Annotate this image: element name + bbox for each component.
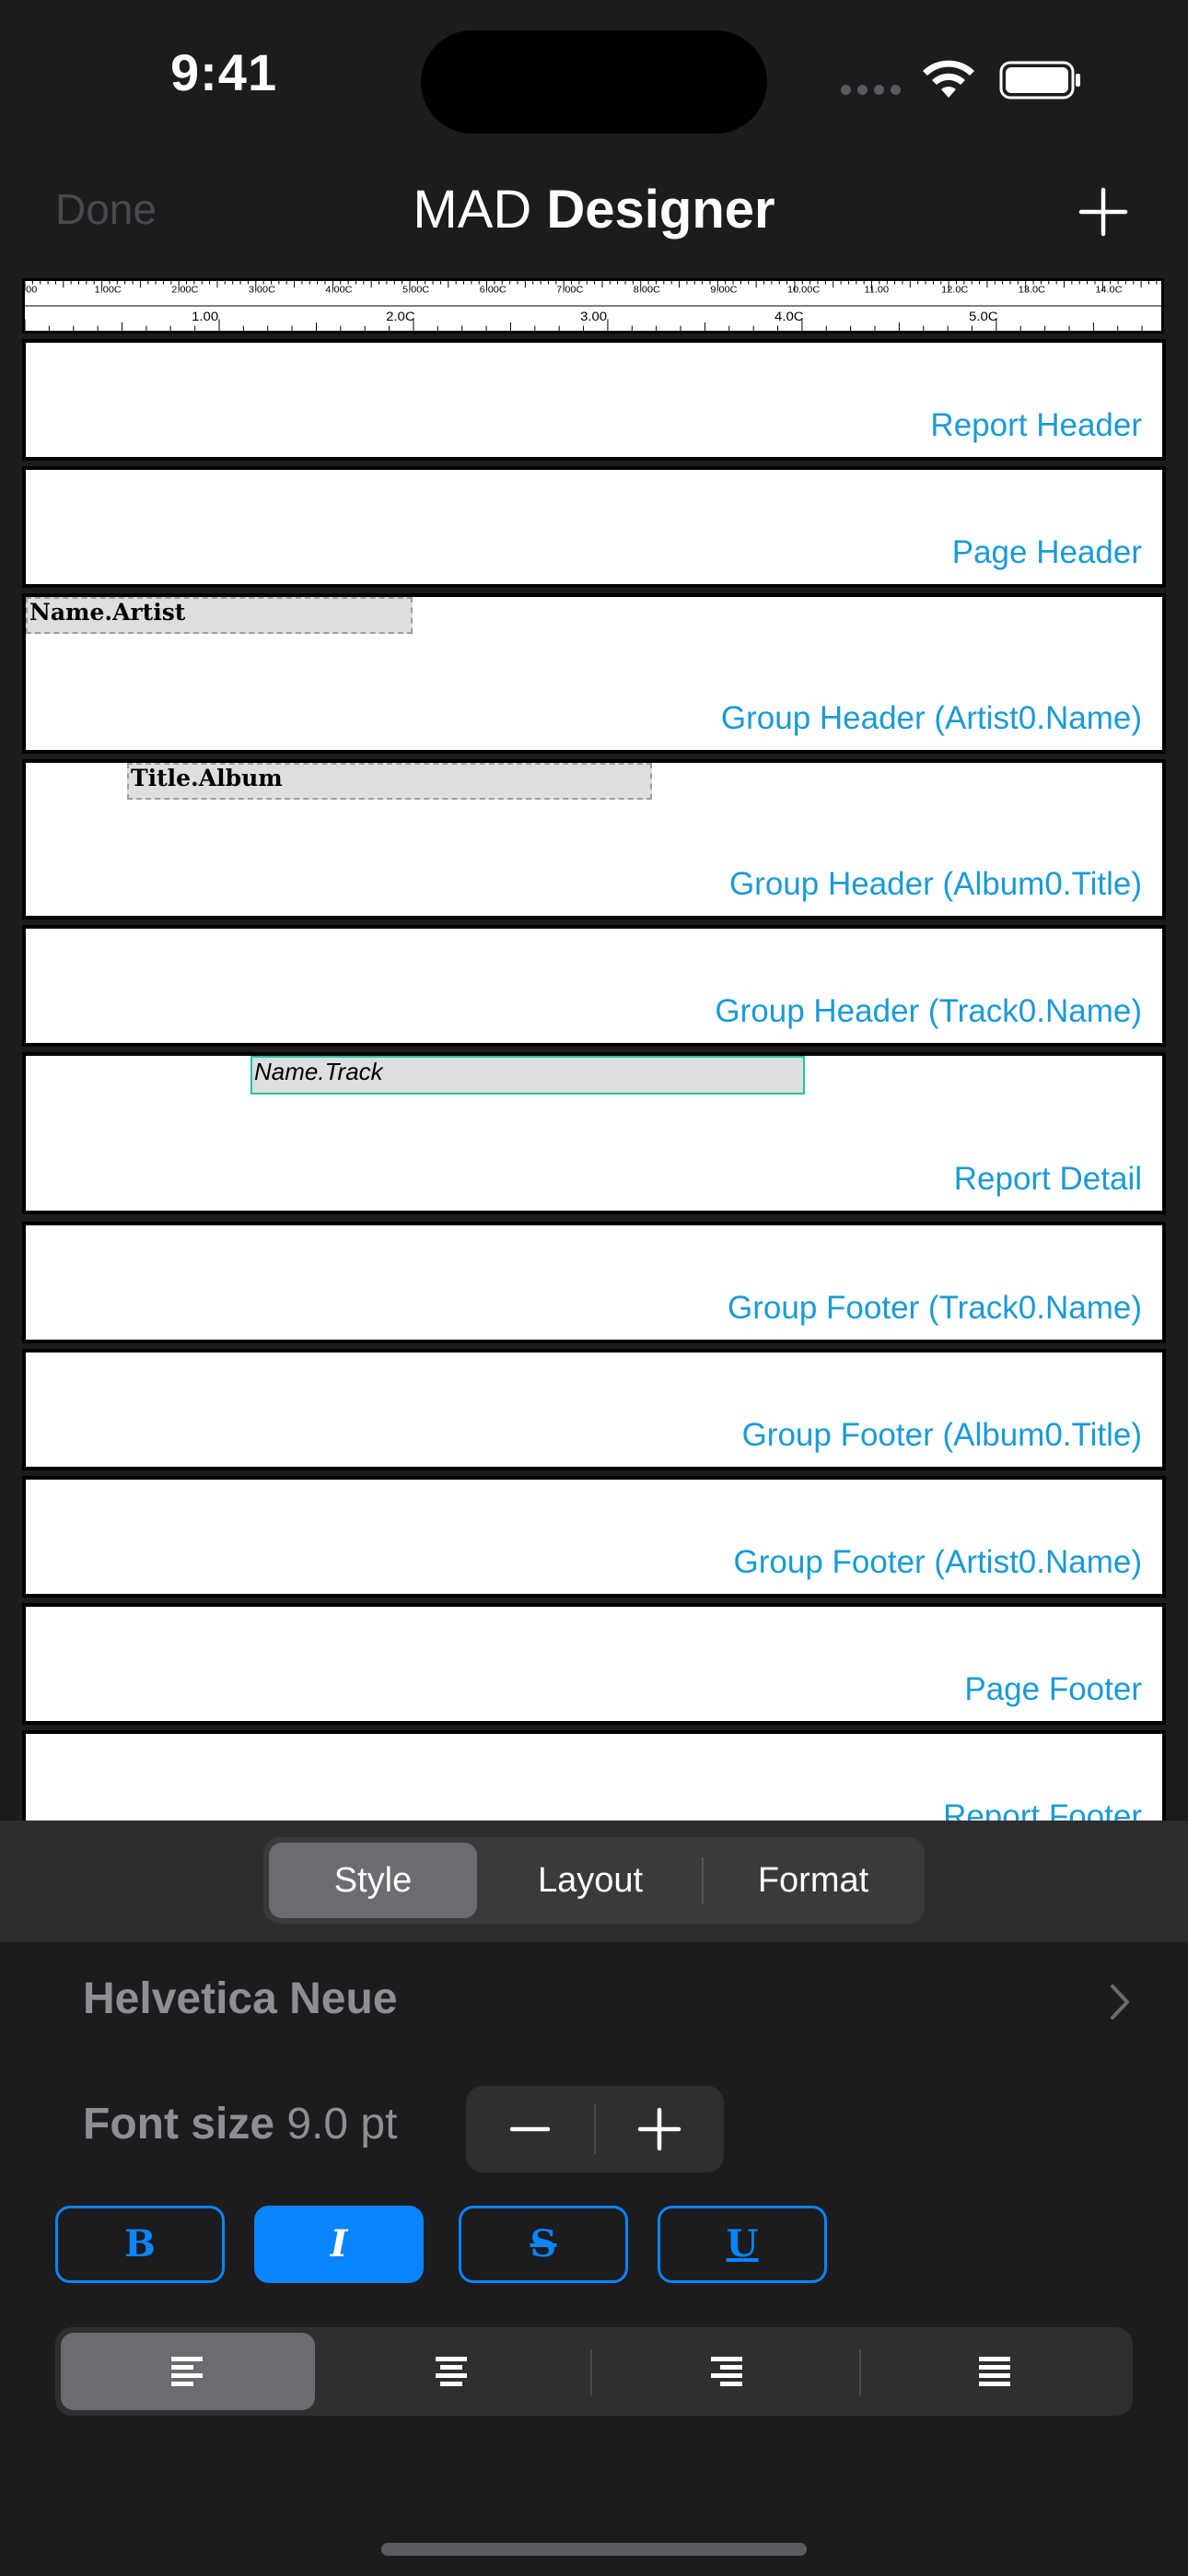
dynamic-island (421, 30, 767, 134)
status-time: 9:41 (170, 43, 278, 101)
field-name-track[interactable]: Name.Track (250, 1056, 805, 1095)
align-justify-button[interactable] (862, 2333, 1127, 2410)
underline-button[interactable]: U (658, 2206, 827, 2283)
ruler: 0.00 1.00C 2.00C 3.00C 4.00C 5.00C 6.00C 7.00C 8… (22, 278, 1164, 334)
page-title: MAD Designer (0, 179, 1188, 240)
ruler-cm-label: 4.00C (325, 286, 353, 295)
ruler-cm-label: 0.00 (22, 286, 38, 295)
cellular-signal-icon (841, 83, 909, 98)
alignment-divider (859, 2349, 861, 2395)
band-group-footer-track[interactable]: Group Footer (Track0.Name) (22, 1222, 1166, 1343)
band-label: Page Header (951, 534, 1142, 570)
align-left-button[interactable] (61, 2333, 315, 2410)
align-justify-icon (979, 2357, 1010, 2386)
ruler-inch-label: 3.00 (580, 310, 607, 324)
band-report-detail[interactable]: Name.Track Report Detail (22, 1052, 1166, 1214)
ruler-cm-label: 2.00C (171, 286, 199, 295)
plus-icon[interactable] (596, 2086, 724, 2172)
band-label: Report Header (930, 407, 1142, 443)
italic-button[interactable]: I (254, 2206, 424, 2283)
font-size-value: 9.0 pt (286, 2100, 398, 2149)
home-indicator[interactable] (381, 2543, 807, 2556)
inspector-tabs[interactable]: Style Layout Format (263, 1837, 925, 1924)
band-page-header[interactable]: Page Header (22, 466, 1166, 588)
band-label: Group Header (Album0.Title) (728, 866, 1142, 902)
band-label: Group Header (Track0.Name) (715, 993, 1142, 1029)
ruler-cm-label: 8.00C (634, 286, 661, 295)
align-center-button[interactable] (322, 2333, 580, 2410)
ruler-inch-label: 4.0C (775, 310, 804, 324)
ruler-cm-label: 7.00C (556, 286, 584, 295)
band-group-header-track[interactable]: Group Header (Track0.Name) (22, 925, 1166, 1047)
ruler-cm-label: 10.00C (787, 286, 821, 295)
band-page-footer[interactable]: Page Footer (22, 1603, 1166, 1725)
band-group-footer-artist[interactable]: Group Footer (Artist0.Name) (22, 1476, 1166, 1598)
band-label: Group Footer (Track0.Name) (728, 1290, 1142, 1326)
align-center-icon (436, 2357, 467, 2386)
font-family-row[interactable]: Helvetica Neue (83, 1973, 398, 2024)
ruler-cm-label: 14.0C (1095, 286, 1123, 295)
font-size-label: Font size (83, 2100, 275, 2149)
title-light: MAD (413, 180, 532, 240)
font-size-stepper[interactable] (466, 2086, 724, 2172)
strikethrough-button[interactable]: S (459, 2206, 628, 2283)
band-label: Page Footer (964, 1671, 1142, 1707)
ruler-inch-label: 5.0C (969, 310, 998, 324)
plus-icon[interactable] (1076, 184, 1131, 240)
battery-icon (999, 61, 1080, 100)
bold-button[interactable]: B (55, 2206, 225, 2283)
ruler-cm-label: 12.0C (941, 286, 969, 295)
field-name-artist[interactable]: Name.Artist (26, 597, 413, 634)
tab-layout[interactable]: Layout (486, 1843, 694, 1918)
ruler-cm-label: 5.00C (402, 286, 430, 295)
band-label: Group Footer (Artist0.Name) (733, 1544, 1142, 1580)
band-group-footer-album[interactable]: Group Footer (Album0.Title) (22, 1349, 1166, 1470)
ruler-cm-label: 11.00 (865, 286, 890, 295)
font-size-row: Font size 9.0 pt (83, 2099, 397, 2149)
ruler-cm-label: 1.00C (95, 286, 122, 295)
ruler-cm-label: 3.00C (249, 286, 276, 295)
band-label: Report Detail (953, 1161, 1142, 1197)
align-left-icon (171, 2357, 203, 2386)
tab-format[interactable]: Format (709, 1843, 917, 1918)
ruler-cm-label: 13.0C (1019, 286, 1046, 295)
ruler-inch-label: 1.00 (192, 310, 218, 324)
align-right-button[interactable] (593, 2333, 860, 2410)
band-group-header-artist[interactable]: Name.Artist Group Header (Artist0.Name) (22, 593, 1166, 754)
align-right-icon (711, 2357, 742, 2386)
ruler-cm-label: 6.00C (480, 286, 507, 295)
band-report-header[interactable]: Report Header (22, 339, 1166, 461)
band-group-header-album[interactable]: Title.Album Group Header (Album0.Title) (22, 759, 1166, 919)
tab-divider (702, 1857, 704, 1903)
alignment-divider (590, 2349, 592, 2395)
alignment-control[interactable] (55, 2327, 1133, 2416)
title-bold: Designer (546, 180, 775, 240)
tab-style[interactable]: Style (269, 1843, 477, 1918)
ruler-cm-label: 9.00C (710, 286, 738, 295)
minus-icon[interactable] (466, 2086, 594, 2172)
wifi-icon (923, 60, 974, 98)
ruler-inch-label: 2.0C (386, 310, 415, 324)
band-label: Group Header (Artist0.Name) (720, 700, 1142, 736)
chevron-right-icon[interactable] (1107, 1981, 1133, 2023)
field-title-album[interactable]: Title.Album (127, 763, 652, 800)
band-label: Group Footer (Album0.Title) (741, 1417, 1142, 1453)
